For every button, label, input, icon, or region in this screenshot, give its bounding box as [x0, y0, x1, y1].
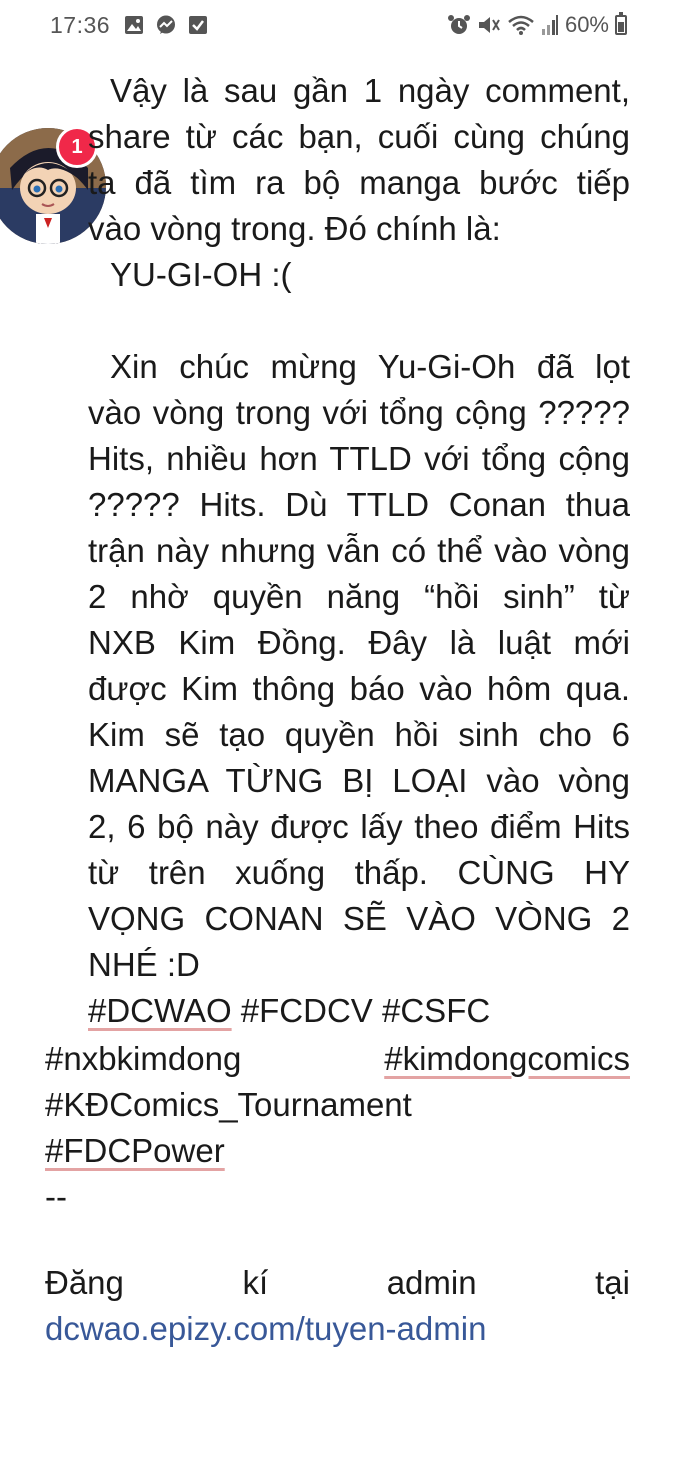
text-line: Vậy là sau gần 1 ngày comment,: [110, 72, 630, 109]
register-word: Đăng: [45, 1264, 124, 1301]
gallery-icon: [125, 16, 143, 34]
text-line: trận này nhưng vẫn có thể vào vòng: [88, 532, 630, 569]
text-line: 2, 6 bộ này được lấy theo điểm Hits: [88, 808, 630, 845]
text-line: 2 nhờ quyền năng “hồi sinh” từ: [88, 578, 630, 615]
status-bar: 17:36 60%: [0, 0, 675, 54]
status-time: 17:36: [50, 12, 111, 38]
hashtag-kimdongcomics[interactable]: #kimdongcomics: [384, 1036, 630, 1082]
hashtag-kdcomics-tournament[interactable]: #KĐComics_Tournament: [45, 1086, 412, 1123]
hashtag-fdcpower[interactable]: #FDCPower: [45, 1132, 225, 1169]
text-line: share từ các bạn, cuối cùng chúng: [88, 118, 630, 155]
text-line: vào vòng trong với tổng cộng ?????: [88, 394, 630, 431]
admin-register-link[interactable]: dcwao.epizy.com/tuyen-admin: [45, 1306, 630, 1352]
register-word: admin: [386, 1264, 477, 1301]
hashtag-line: #FDCPower: [45, 1128, 630, 1174]
separator-text: --: [45, 1178, 67, 1215]
hashtag-line: #KĐComics_Tournament: [45, 1082, 630, 1128]
text-line: Hits, nhiều hơn TTLD với tổng cộng: [88, 440, 630, 477]
hashtag-nxbkimdong[interactable]: #nxbkimdong: [45, 1036, 241, 1082]
register-admin-line: Đăng kí admin tại: [45, 1260, 630, 1306]
hashtag-csfc[interactable]: #CSFC: [382, 992, 490, 1029]
text-line: NXB Kim Đồng. Đây là luật mới: [88, 624, 630, 661]
text-line: YU-GI-OH :(: [110, 256, 292, 293]
text-line: NHÉ :D: [88, 946, 200, 983]
text-line: ta đã tìm ra bộ manga bước tiếp: [88, 164, 630, 201]
hashtag-fcdcv[interactable]: #FCDCV: [241, 992, 373, 1029]
hashtag-dcwao[interactable]: #DCWAO: [88, 992, 232, 1029]
signal-icon: [541, 15, 558, 35]
wifi-icon: [508, 15, 534, 35]
battery-icon: [615, 12, 627, 35]
text-line: từ trên xuống thấp. CÙNG HY: [88, 854, 630, 891]
messenger-icon: [157, 15, 175, 34]
hashtag-line: #DCWAO #FCDCV #CSFC: [88, 988, 630, 1034]
alarm-icon: [447, 15, 470, 34]
text-line: MANGA TỪNG BỊ LOẠI vào vòng: [88, 762, 630, 799]
post-body: Vậy là sau gần 1 ngày comment, share từ …: [88, 68, 630, 1034]
text-line: ????? Hits. Dù TTLD Conan thua: [88, 486, 630, 523]
text-line: được Kim thông báo vào hôm qua.: [88, 670, 630, 707]
mute-icon: [478, 17, 500, 33]
register-word: kí: [242, 1264, 269, 1301]
hashtag-line: #nxbkimdong #kimdongcomics: [45, 1036, 630, 1082]
battery-percent: 60%: [564, 12, 609, 37]
text-line: vào vòng trong. Đó chính là:: [88, 210, 501, 247]
text-line: VỌNG CONAN SẼ VÀO VÒNG 2: [88, 900, 630, 937]
checkbox-icon: [189, 16, 207, 34]
text-line: Xin chúc mừng Yu-Gi-Oh đã lọt: [110, 348, 630, 385]
register-word: tại: [595, 1264, 630, 1301]
text-line: Kim sẽ tạo quyền hồi sinh cho 6: [88, 716, 630, 753]
